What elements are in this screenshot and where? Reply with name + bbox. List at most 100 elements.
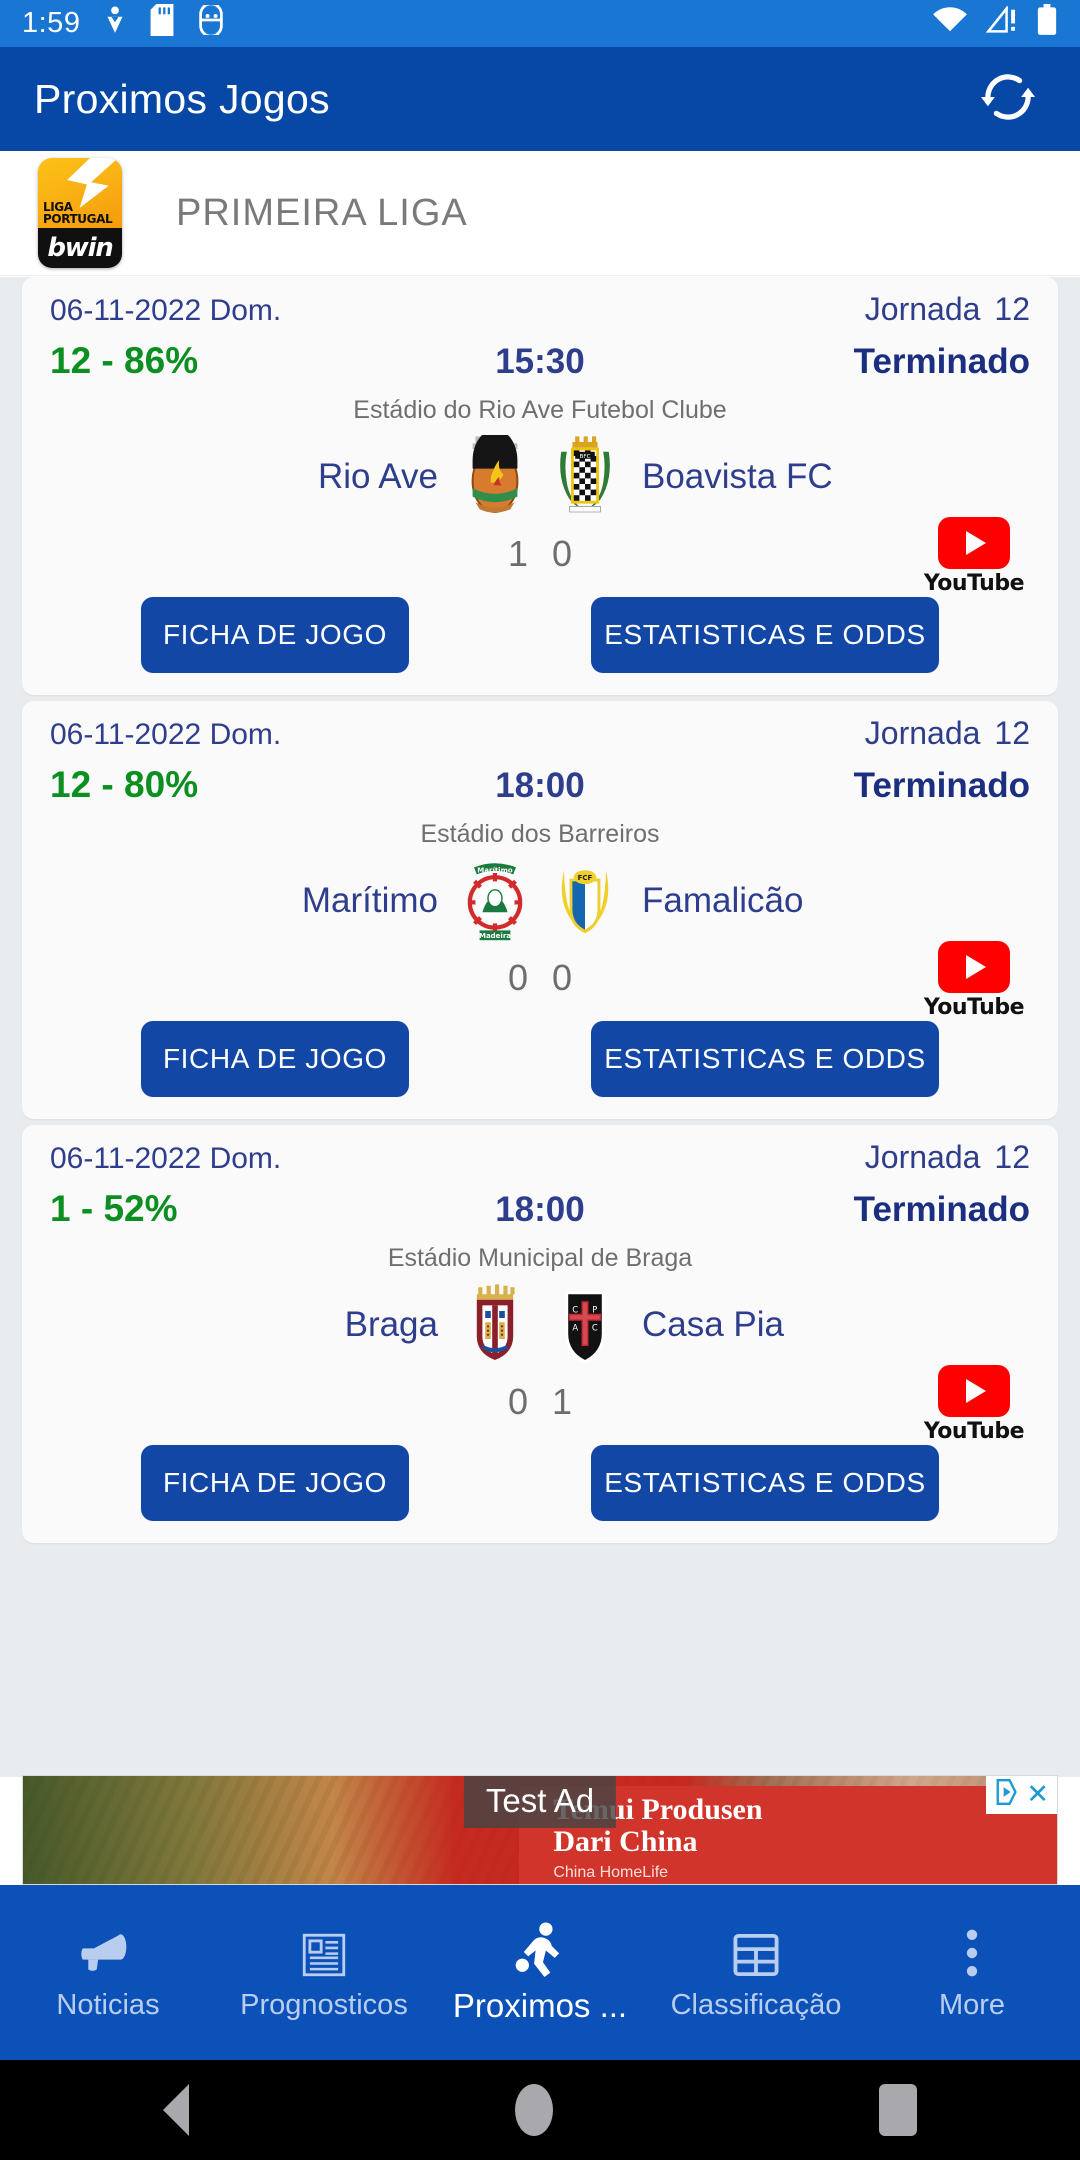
home-button-icon[interactable]	[515, 2084, 553, 2136]
nav-item-classificacao[interactable]: Classificação	[648, 1923, 864, 2022]
youtube-link[interactable]: YouTube	[923, 517, 1025, 596]
away-team-name: Famalicão	[642, 881, 804, 920]
home-team-name: Rio Ave	[318, 457, 438, 496]
match-date: 06-11-2022 Dom.	[50, 1142, 282, 1175]
home-score: 1	[507, 533, 528, 574]
logo-top: LIGA PORTUGAL	[38, 158, 122, 229]
svg-text:C: C	[572, 1304, 578, 1314]
away-score: 0	[552, 957, 573, 998]
nav-label-proximos-jogos: Proximos ...	[452, 1986, 628, 2024]
kickoff-time: 15:30	[495, 342, 585, 381]
kickoff-time: 18:00	[495, 766, 585, 805]
youtube-label: YouTube	[923, 571, 1025, 596]
teams-row: Braga C P A C Casa Pia	[50, 1283, 1030, 1367]
home-team-name: Marítimo	[301, 881, 438, 920]
match-card[interactable]: 06-11-2022 Dom. Jornada 12 1 - 52% 18:00 …	[22, 1125, 1058, 1543]
home-team-name: Braga	[344, 1305, 438, 1344]
svg-text:BFC: BFC	[580, 454, 591, 460]
score-row: 0 1 YouTube	[50, 1365, 1030, 1444]
home-team-crest-icon	[460, 1283, 530, 1367]
match-status: Terminado	[853, 1190, 1030, 1229]
nav-label-more: More	[938, 1989, 1006, 2021]
youtube-link[interactable]: YouTube	[923, 941, 1025, 1020]
recents-button-icon[interactable]	[879, 2084, 917, 2136]
ficha-de-jogo-button[interactable]: FICHA DE JOGO	[141, 1445, 409, 1521]
match-venue: Estádio Municipal de Braga	[387, 1244, 693, 1272]
downloads-icon	[102, 5, 128, 42]
svg-text:A: A	[572, 1323, 578, 1333]
nav-label-noticias: Noticias	[56, 1989, 160, 2021]
score-row: 1 0 YouTube	[50, 517, 1030, 596]
estatisticas-e-odds-button[interactable]: ESTATISTICAS E ODDS	[591, 1445, 939, 1521]
app-bar: Proximos Jogos	[0, 47, 1080, 151]
away-team-crest-icon: C P A C	[550, 1283, 620, 1367]
match-info-row: 12 - 80% 18:00 Terminado	[50, 764, 1030, 806]
estatisticas-e-odds-button[interactable]: ESTATISTICAS E ODDS	[591, 1021, 939, 1097]
youtube-play-icon	[937, 941, 1010, 993]
round-label: Jornada	[864, 291, 981, 327]
megaphone-icon	[77, 1923, 139, 1979]
svg-text:Madeira: Madeira	[479, 932, 511, 940]
logo-text: LIGA PORTUGAL	[43, 200, 113, 227]
status-bar-right	[932, 4, 1058, 43]
page-title: Proximos Jogos	[34, 75, 330, 122]
status-clock: 1:59	[22, 7, 81, 39]
nav-item-more[interactable]: More	[864, 1923, 1080, 2022]
match-round: Jornada 12	[865, 715, 1030, 752]
prediction-percent: 12 - 80%	[50, 764, 199, 805]
score-row: 0 0 YouTube	[50, 941, 1030, 1020]
youtube-label: YouTube	[923, 1419, 1025, 1444]
bottom-navigation: Noticias Prognosticos Proximos ... Class…	[0, 1885, 1080, 2060]
refresh-icon	[974, 63, 1042, 136]
status-bar: 1:59	[0, 0, 1080, 47]
refresh-button[interactable]	[970, 61, 1046, 137]
match-info-row: 12 - 86% 15:30 Terminado	[50, 340, 1030, 382]
overflow-dots-icon	[960, 1923, 984, 1979]
youtube-label: YouTube	[923, 995, 1025, 1020]
home-team-crest-icon	[460, 429, 530, 519]
svg-text:P: P	[592, 1304, 597, 1314]
ad-controls[interactable]: ✕	[986, 1776, 1057, 1814]
ad-choices-icon[interactable]	[994, 1779, 1018, 1810]
youtube-play-icon	[937, 517, 1010, 569]
match-list[interactable]: 06-11-2022 Dom. Jornada 12 12 - 86% 15:30…	[0, 277, 1080, 1777]
match-venue: Estádio do Rio Ave Futebol Clube	[353, 396, 727, 424]
android-debug-icon	[196, 2, 226, 42]
prediction-percent: 1 - 52%	[50, 1188, 178, 1229]
youtube-link[interactable]: YouTube	[923, 1365, 1025, 1444]
away-team-name: Boavista FC	[642, 457, 833, 496]
away-team-crest-icon: FCF	[550, 859, 620, 943]
away-team-crest-icon: BFC	[550, 435, 620, 519]
league-header[interactable]: LIGA PORTUGAL bwin PRIMEIRA LIGA	[0, 151, 1080, 276]
away-score: 1	[552, 1381, 573, 1422]
nav-item-noticias[interactable]: Noticias	[0, 1923, 216, 2022]
svg-text:FCF: FCF	[578, 874, 593, 882]
ad-close-icon[interactable]: ✕	[1026, 1781, 1049, 1808]
ficha-de-jogo-button[interactable]: FICHA DE JOGO	[141, 597, 409, 673]
teams-row: Rio Ave BFC Boavista FC	[50, 429, 1030, 519]
round-number: 12	[994, 291, 1030, 327]
round-number: 12	[994, 1139, 1030, 1175]
prediction-percent: 12 - 86%	[50, 340, 199, 381]
teams-row: Marítimo Marítimo Madeira FCF Famalicão	[50, 859, 1030, 943]
logo-bottom: bwin	[38, 228, 122, 268]
ficha-de-jogo-button[interactable]: FICHA DE JOGO	[141, 1021, 409, 1097]
round-label: Jornada	[864, 1139, 981, 1175]
nav-label-classificacao: Classificação	[670, 1989, 842, 2021]
table-grid-icon	[731, 1923, 781, 1979]
estatisticas-e-odds-button[interactable]: ESTATISTICAS E ODDS	[591, 597, 939, 673]
back-button-icon[interactable]	[163, 2084, 189, 2136]
match-actions: FICHA DE JOGO ESTATISTICAS E ODDS	[50, 1433, 1030, 1543]
home-team-crest-icon: Marítimo Madeira	[460, 859, 530, 943]
away-team-name: Casa Pia	[642, 1305, 785, 1344]
nav-item-proximos-jogos[interactable]: Proximos ...	[432, 1921, 648, 2025]
ad-headline-line1: Temui Produsen	[553, 1793, 763, 1826]
youtube-play-icon	[937, 1365, 1010, 1417]
battery-icon	[1036, 4, 1058, 43]
ad-subtitle: China HomeLife	[553, 1864, 669, 1881]
match-card[interactable]: 06-11-2022 Dom. Jornada 12 12 - 80% 18:00…	[22, 701, 1058, 1119]
soccer-player-icon	[512, 1921, 568, 1977]
ad-banner[interactable]: Temui Produsen Dari China China HomeLife…	[22, 1775, 1058, 1885]
match-card[interactable]: 06-11-2022 Dom. Jornada 12 12 - 86% 15:30…	[22, 277, 1058, 695]
nav-item-prognosticos[interactable]: Prognosticos	[216, 1923, 432, 2022]
